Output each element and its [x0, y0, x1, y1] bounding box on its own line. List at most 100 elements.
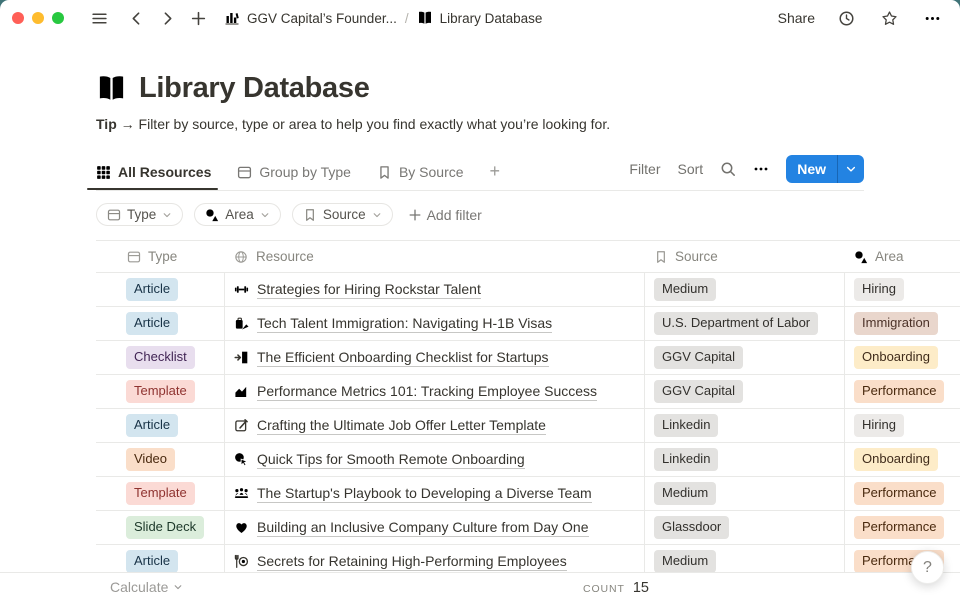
database-table: Type Resource Source Area Article — [96, 240, 960, 579]
filter-chip-area[interactable]: Area — [194, 203, 281, 226]
plus-icon — [190, 10, 207, 27]
select-icon — [127, 250, 141, 264]
type-tag[interactable]: Template — [126, 482, 195, 505]
area-tag[interactable]: Hiring — [854, 278, 904, 301]
type-tag[interactable]: Template — [126, 380, 195, 403]
table-row[interactable]: Checklist The Efficient Onboarding Check… — [96, 341, 960, 375]
resource-link[interactable]: Tech Talent Immigration: Navigating H-1B… — [257, 315, 552, 333]
table-row[interactable]: Article Tech Talent Immigration: Navigat… — [96, 307, 960, 341]
help-button[interactable]: ? — [911, 551, 944, 584]
add-view-button[interactable]: + — [490, 161, 501, 190]
area-tag[interactable]: Performance — [854, 380, 944, 403]
source-tag[interactable]: U.S. Department of Labor — [654, 312, 818, 335]
chevron-down-icon — [162, 210, 172, 220]
resource-link[interactable]: Secrets for Retaining High-Performing Em… — [257, 553, 567, 571]
count-label: COUNT — [583, 583, 625, 595]
view-controls: Filter Sort New — [629, 155, 864, 190]
type-tag[interactable]: Slide Deck — [126, 516, 204, 539]
area-tag[interactable]: Performance — [854, 516, 944, 539]
area-tag[interactable]: Hiring — [854, 414, 904, 437]
sort-button[interactable]: Sort — [678, 161, 704, 177]
column-header-type[interactable]: Type — [96, 241, 225, 272]
chevron-down-icon — [845, 163, 857, 175]
chip-label: Source — [323, 207, 366, 222]
table-row[interactable]: Template The Startup's Playbook to Devel… — [96, 477, 960, 511]
source-tag[interactable]: Medium — [654, 482, 716, 505]
area-tag[interactable]: Onboarding — [854, 448, 938, 471]
type-tag[interactable]: Article — [126, 312, 178, 335]
window-topbar: GGV Capital’s Founder... / Library Datab… — [0, 0, 960, 36]
forward-button[interactable] — [156, 7, 179, 30]
table-row[interactable]: Template Performance Metrics 101: Tracki… — [96, 375, 960, 409]
source-tag[interactable]: Medium — [654, 278, 716, 301]
source-tag[interactable]: Medium — [654, 550, 716, 573]
breadcrumb-parent[interactable]: GGV Capital’s Founder... — [247, 11, 397, 26]
type-tag[interactable]: Checklist — [126, 346, 195, 369]
resource-link[interactable]: Building an Inclusive Company Culture fr… — [257, 519, 589, 537]
type-tag[interactable]: Video — [126, 448, 175, 471]
table-row[interactable]: Video Quick Tips for Smooth Remote Onboa… — [96, 443, 960, 477]
area-chart-icon — [234, 384, 249, 399]
new-dropdown-button[interactable] — [837, 155, 864, 183]
fullscreen-window-button[interactable] — [52, 12, 64, 24]
filter-chip-type[interactable]: Type — [96, 203, 183, 226]
topbar-actions: Share — [778, 7, 944, 30]
minimize-window-button[interactable] — [32, 12, 44, 24]
page-body: Library Database Tip → Filter by source,… — [0, 72, 960, 579]
resource-link[interactable]: Quick Tips for Smooth Remote Onboarding — [257, 451, 525, 469]
bookmark-icon — [303, 208, 317, 222]
new-page-button[interactable] — [187, 7, 210, 30]
source-tag[interactable]: Glassdoor — [654, 516, 729, 539]
search-icon[interactable] — [720, 161, 736, 177]
area-tag[interactable]: Onboarding — [854, 346, 938, 369]
source-tag[interactable]: Linkedin — [654, 448, 718, 471]
tab-by-source[interactable]: By Source — [377, 160, 464, 190]
close-window-button[interactable] — [12, 12, 24, 24]
source-tag[interactable]: GGV Capital — [654, 380, 743, 403]
table-row[interactable]: Article Strategies for Hiring Rockstar T… — [96, 273, 960, 307]
updates-button[interactable] — [835, 7, 858, 30]
new-button-label[interactable]: New — [786, 155, 837, 183]
table-row[interactable]: Article Crafting the Ultimate Job Offer … — [96, 409, 960, 443]
type-tag[interactable]: Article — [126, 550, 178, 573]
resource-link[interactable]: The Efficient Onboarding Checklist for S… — [257, 349, 549, 367]
team-icon — [234, 486, 249, 501]
type-tag[interactable]: Article — [126, 414, 178, 437]
sidebar-toggle-button[interactable] — [88, 7, 111, 30]
book-page-icon — [417, 10, 433, 26]
resource-link[interactable]: Performance Metrics 101: Tracking Employ… — [257, 383, 597, 401]
table-header: Type Resource Source Area — [96, 240, 960, 273]
favorite-button[interactable] — [878, 7, 901, 30]
column-header-source[interactable]: Source — [645, 241, 845, 272]
resource-link[interactable]: Crafting the Ultimate Job Offer Letter T… — [257, 417, 546, 435]
tab-group-by-type[interactable]: Group by Type — [237, 160, 351, 190]
calculate-label: Calculate — [110, 579, 168, 595]
area-tag[interactable]: Performance — [854, 482, 944, 505]
dining-icon — [234, 554, 249, 569]
column-header-resource[interactable]: Resource — [225, 241, 645, 272]
area-tag[interactable]: Immigration — [854, 312, 938, 335]
filter-button[interactable]: Filter — [629, 161, 660, 177]
bookmark-icon — [377, 165, 392, 180]
back-button[interactable] — [125, 7, 148, 30]
calculate-button[interactable]: Calculate — [110, 579, 183, 595]
view-tabs: All Resources Group by Type By Source + — [96, 160, 500, 190]
add-filter-button[interactable]: Add filter — [408, 207, 482, 223]
ellipsis-icon[interactable] — [753, 161, 769, 177]
source-tag[interactable]: Linkedin — [654, 414, 718, 437]
tab-label: Group by Type — [259, 164, 351, 180]
type-tag[interactable]: Article — [126, 278, 178, 301]
chevron-down-icon — [260, 210, 270, 220]
table-row[interactable]: Slide Deck Building an Inclusive Company… — [96, 511, 960, 545]
resource-link[interactable]: Strategies for Hiring Rockstar Talent — [257, 281, 481, 299]
more-options-button[interactable] — [921, 7, 944, 30]
resource-link[interactable]: The Startup's Playbook to Developing a D… — [257, 485, 592, 503]
filter-chip-source[interactable]: Source — [292, 203, 393, 226]
column-header-area[interactable]: Area — [845, 241, 960, 272]
tab-all-resources[interactable]: All Resources — [96, 160, 211, 190]
source-tag[interactable]: GGV Capital — [654, 346, 743, 369]
globe-icon — [234, 250, 248, 264]
breadcrumb-current[interactable]: Library Database — [440, 11, 543, 26]
new-button[interactable]: New — [786, 155, 864, 183]
share-button[interactable]: Share — [778, 10, 815, 26]
